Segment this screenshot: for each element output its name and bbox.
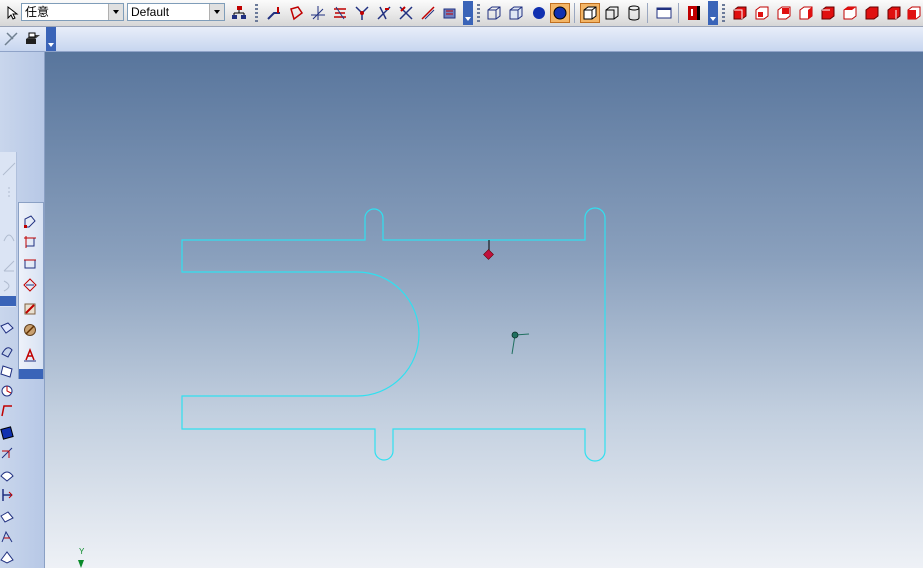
palette-expand-button[interactable] [19, 369, 43, 379]
feature-tool-11-icon[interactable] [0, 528, 16, 546]
material-icon[interactable] [684, 3, 704, 23]
filter-select[interactable]: 任意 [21, 3, 124, 21]
point-icon[interactable] [21, 213, 39, 231]
faded-curve-icon [0, 227, 18, 245]
toolbar-grip[interactable] [477, 4, 480, 22]
faded-angle-icon [0, 257, 18, 275]
wireframe-cube-icon[interactable] [484, 3, 504, 23]
panel-expand-button[interactable] [0, 296, 16, 306]
toolbar-grip[interactable] [722, 4, 725, 22]
left-tool-panel [0, 52, 45, 568]
chevron-down-icon[interactable] [209, 4, 224, 20]
revolve-icon[interactable] [286, 3, 306, 23]
extrude-icon[interactable] [264, 3, 284, 23]
red-cube-1-icon[interactable] [730, 3, 750, 23]
text-icon[interactable] [21, 346, 39, 364]
style-select[interactable]: Default [127, 3, 225, 21]
toolbar-overflow-chevron[interactable] [46, 27, 56, 51]
feature-tool-1-icon[interactable] [0, 320, 16, 338]
shell-icon[interactable] [440, 3, 460, 23]
arc-icon[interactable] [21, 300, 39, 318]
iso-view-icon[interactable] [580, 3, 600, 23]
dimension-icon[interactable] [21, 321, 39, 339]
red-cube-5-icon[interactable] [818, 3, 838, 23]
red-marker[interactable] [483, 240, 494, 260]
toolbar-overflow-chevron[interactable] [708, 1, 718, 25]
sweep-icon[interactable] [330, 3, 350, 23]
faded-dash-icon [0, 184, 18, 202]
axis-indicator: Y [78, 547, 85, 568]
chevron-down-icon[interactable] [108, 4, 123, 20]
feature-tool-3-icon[interactable] [0, 362, 16, 380]
feature-tool-7-icon[interactable] [0, 444, 16, 462]
toolbar-grip[interactable] [255, 4, 258, 22]
sketch-profile[interactable] [181, 207, 606, 462]
fillet-icon[interactable] [418, 3, 438, 23]
fix-tool-icon[interactable] [1, 29, 21, 49]
window-icon[interactable] [654, 3, 674, 23]
shaded-edges-sphere-icon[interactable] [550, 3, 570, 23]
sketch-palette [18, 202, 44, 379]
style-select-value: Default [131, 5, 170, 19]
feature-tool-5-icon[interactable] [0, 402, 16, 420]
model-viewport[interactable]: Y [45, 52, 923, 568]
trim-icon[interactable] [396, 3, 416, 23]
hidden-line-cube-icon[interactable] [506, 3, 526, 23]
filter-select-value: 任意 [25, 5, 50, 19]
loft-icon[interactable] [352, 3, 372, 23]
red-cube-8-icon[interactable] [884, 3, 904, 23]
cylinder-view-icon[interactable] [624, 3, 644, 23]
line-icon[interactable] [21, 233, 39, 251]
red-cube-6-icon[interactable] [840, 3, 860, 23]
faded-arc-icon [0, 277, 18, 295]
feature-tool-12-icon[interactable] [0, 548, 16, 566]
plane-icon[interactable] [308, 3, 328, 23]
select-arrow-icon[interactable] [2, 3, 22, 23]
sketch-canvas[interactable]: Y [45, 52, 923, 568]
feature-tool-6-icon[interactable] [0, 424, 16, 442]
origin-triad[interactable] [511, 331, 530, 355]
axis-y-label: Y [79, 547, 85, 556]
red-cube-9-icon[interactable] [904, 3, 923, 23]
red-cube-2-icon[interactable] [752, 3, 772, 23]
rectangle-icon[interactable] [21, 255, 39, 273]
feature-tool-4-icon[interactable] [0, 382, 16, 400]
print-icon[interactable] [23, 29, 43, 49]
red-cube-7-icon[interactable] [862, 3, 882, 23]
axis-y-arrow [78, 560, 84, 568]
tree-icon[interactable] [229, 3, 249, 23]
circle-icon[interactable] [21, 276, 39, 294]
secondary-toolbar [0, 27, 923, 52]
feature-tool-9-icon[interactable] [0, 486, 16, 504]
split-icon[interactable] [374, 3, 394, 23]
feature-tool-8-icon[interactable] [0, 466, 16, 484]
faded-line-icon [0, 160, 18, 178]
toolbar-separator [574, 3, 575, 23]
toolbar-separator [678, 3, 679, 23]
red-cube-4-icon[interactable] [796, 3, 816, 23]
front-view-icon[interactable] [602, 3, 622, 23]
feature-tool-2-icon[interactable] [0, 342, 16, 360]
toolbar-separator [647, 3, 648, 23]
red-cube-3-icon[interactable] [774, 3, 794, 23]
main-toolbar: 任意 Default [0, 0, 923, 27]
toolbar-overflow-chevron[interactable] [463, 1, 473, 25]
shaded-sphere-icon[interactable] [529, 3, 549, 23]
feature-tool-10-icon[interactable] [0, 508, 16, 526]
